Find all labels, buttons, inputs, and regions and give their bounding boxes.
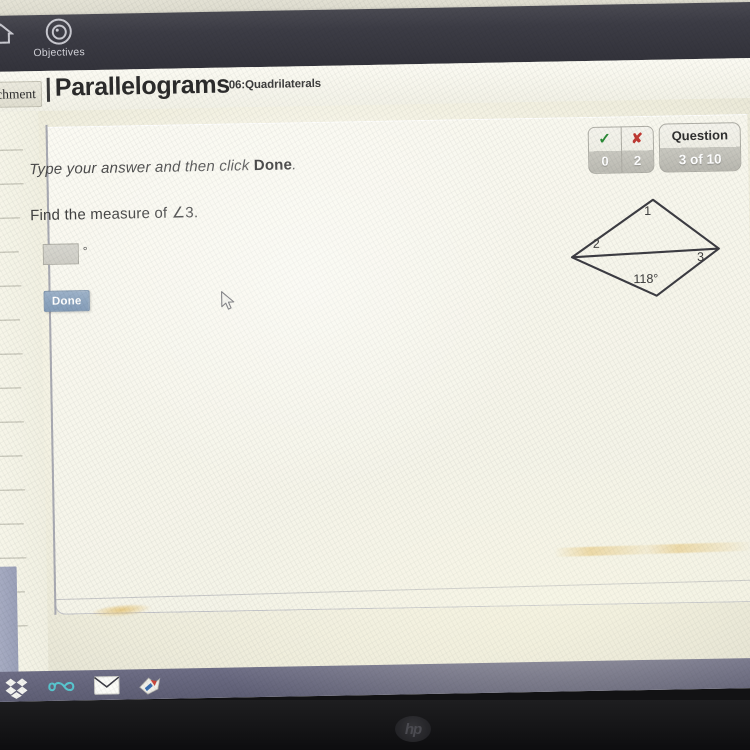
geometry-figure: 1 2 3 118°: [556, 184, 740, 309]
given-angle-label: 118°: [633, 271, 659, 287]
nav-item-objectives-label: Objectives: [33, 46, 86, 60]
degree-symbol-label: °: [82, 244, 88, 259]
score-widget: ✓ ✘ 0 2: [587, 125, 655, 174]
hp-brand-logo: hp: [395, 716, 431, 742]
page-title: Parallelograms: [54, 70, 231, 102]
dropbox-icon[interactable]: [5, 677, 29, 699]
x-icon: ✘: [631, 129, 644, 146]
nav-item-objectives[interactable]: Objectives: [21, 18, 98, 59]
laptop-photo: hp otomac-cc.v2.graup... Objectives: [0, 0, 750, 750]
incorrect-count: 2: [633, 153, 642, 169]
check-icon: ✓: [598, 130, 612, 149]
infinity-icon[interactable]: [46, 676, 76, 697]
angle-label-2: 2: [592, 236, 600, 251]
mouse-cursor: [221, 290, 237, 312]
instruction-suffix: .: [291, 156, 297, 174]
answer-input[interactable]: [42, 243, 80, 265]
title-separator: [46, 77, 51, 102]
correct-count: 0: [601, 153, 609, 169]
question-progress-widget: Question 3 of 10: [658, 122, 742, 173]
laptop-bezel: [0, 700, 750, 750]
tab-attachment[interactable]: achment: [0, 80, 43, 109]
instruction-bold: Done: [253, 156, 293, 175]
mail-icon[interactable]: [93, 675, 120, 695]
question-progress-label: Question: [671, 127, 729, 144]
lesson-subtitle: 06:Quadrilaterals: [228, 77, 322, 92]
angle-label-1: 1: [644, 203, 652, 218]
done-button[interactable]: Done: [43, 290, 90, 312]
question-text: Find the measure of ∠3.: [29, 204, 199, 225]
home-icon: [0, 21, 15, 50]
laptop-screen: otomac-cc.v2.graup... Objectives achment…: [0, 0, 750, 702]
angle-label-3: 3: [696, 249, 705, 264]
correct-header: ✓: [589, 127, 621, 150]
incorrect-header: ✘: [621, 127, 653, 150]
app-icon[interactable]: [138, 675, 162, 697]
target-icon: [45, 18, 73, 45]
question-progress-value: 3 of 10: [678, 151, 722, 168]
